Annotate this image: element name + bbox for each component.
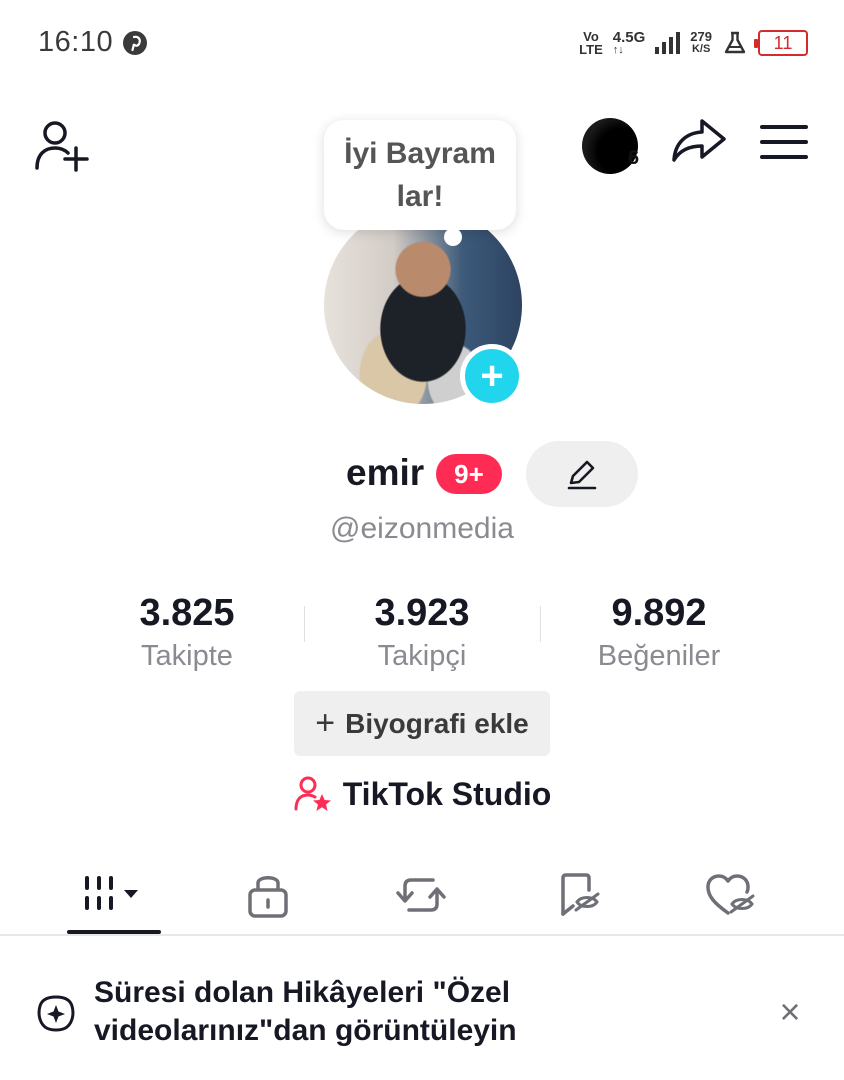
tab-videos-grid[interactable] (66, 860, 162, 930)
heart-hidden-icon (706, 874, 755, 915)
add-user-icon[interactable] (32, 118, 90, 174)
pinterest-icon (123, 31, 147, 55)
stat-value: 3.923 (374, 592, 470, 634)
volte-indicator: Vo LTE (579, 29, 603, 57)
stat-divider (540, 606, 541, 642)
signal-bars-icon (655, 32, 681, 54)
status-indicators: Vo LTE 4.5G ↑↓ 279 K/S 11 (579, 26, 808, 60)
network-speed: 279 K/S (690, 29, 712, 55)
share-arrow-icon[interactable] (670, 115, 728, 165)
battery-level: 11 (773, 32, 793, 53)
tab-favorites[interactable] (530, 860, 626, 930)
active-tab-indicator (67, 930, 161, 934)
stat-likes[interactable]: 9.892 Beğeniler (549, 590, 769, 676)
notification-count: 6 (628, 147, 640, 169)
plus-icon: + (315, 704, 336, 742)
tiktok-studio-link[interactable]: TikTok Studio (0, 774, 844, 814)
lock-icon (248, 876, 288, 918)
stat-label: Beğeniler (597, 640, 721, 672)
stat-followers[interactable]: 3.923 Takipçi (312, 590, 532, 676)
profile-stats: 3.825 Takipte 3.923 Takipçi 9.892 Beğeni… (0, 590, 844, 680)
tab-private[interactable] (220, 860, 316, 930)
profile-name: emir (346, 452, 425, 493)
edit-profile-button[interactable] (526, 441, 638, 507)
profile-handle: @eizonmedia (330, 512, 514, 545)
story-sparkle-icon (37, 995, 75, 1032)
stat-value: 3.825 (139, 592, 235, 634)
tab-liked[interactable] (684, 860, 780, 930)
lab-flask-icon (724, 31, 746, 54)
status-time: 16:10 (38, 26, 114, 58)
close-icon[interactable]: × (770, 991, 810, 1032)
notice-text: Süresi dolan Hikâyeleri "Özel videoların… (94, 976, 517, 1047)
network-type: 4.5G ↑↓ (612, 29, 646, 56)
repost-icon (396, 878, 446, 912)
add-bio-label: Biyografi ekle (345, 707, 529, 739)
add-story-button[interactable]: + (460, 344, 524, 408)
tiktok-studio-label: TikTok Studio (342, 775, 552, 812)
battery-indicator: 11 (754, 30, 808, 56)
bubble-tail (444, 228, 462, 246)
user-star-icon (294, 776, 331, 811)
status-note-bubble[interactable]: İyi Bayram lar! (324, 120, 516, 230)
content-tabs (0, 850, 844, 936)
notification-badge[interactable]: 9+ (436, 454, 502, 494)
pencil-icon (567, 460, 597, 490)
add-bio-button[interactable]: + Biyografi ekle (294, 691, 550, 756)
status-bar: 16:10 Vo LTE 4.5G ↑↓ 279 K/S 11 (0, 0, 844, 86)
plus-icon: + (480, 354, 504, 398)
stat-following[interactable]: 3.825 Takipte (77, 590, 297, 676)
stat-value: 9.892 (611, 592, 707, 634)
stat-divider (304, 606, 305, 642)
tab-reposts[interactable] (373, 860, 469, 930)
stat-label: Takipçi (377, 640, 467, 672)
grid-bars-icon (85, 876, 138, 910)
expired-stories-notice[interactable]: Süresi dolan Hikâyeleri "Özel videoların… (0, 960, 844, 1070)
hamburger-menu-icon[interactable] (760, 122, 808, 162)
bookmark-hidden-icon (561, 873, 600, 916)
stat-label: Takipte (141, 640, 233, 672)
